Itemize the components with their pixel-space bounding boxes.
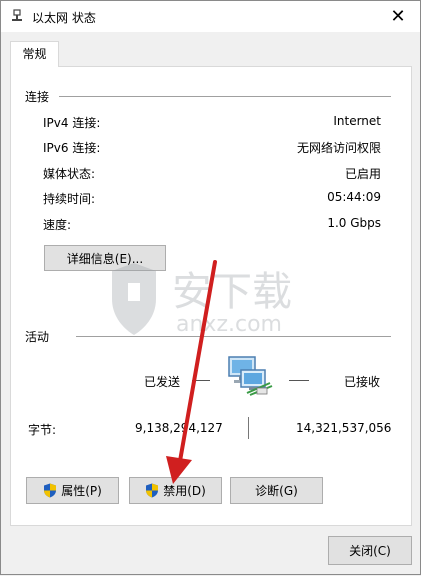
activity-separator	[248, 417, 249, 439]
ipv4-label: IPv4 连接:	[43, 116, 101, 130]
ethernet-status-window: 以太网 状态 ✕ 常规 连接 IPv4 连接: Internet IPv6 连接…	[0, 0, 421, 575]
window-title: 以太网 状态	[32, 11, 96, 25]
ipv4-value: Internet	[333, 114, 381, 128]
bytes-sent-value: 9,138,294,127	[135, 421, 223, 435]
properties-label: 属性(P)	[61, 484, 102, 498]
close-window-button[interactable]: ✕	[376, 1, 420, 32]
general-panel: 连接 IPv4 连接: Internet IPv6 连接: 无网络访问权限 媒体…	[10, 66, 412, 526]
ipv6-label: IPv6 连接:	[43, 141, 101, 155]
received-dash	[289, 380, 309, 381]
diagnose-button[interactable]: 诊断(G)	[230, 477, 323, 504]
disable-button[interactable]: 禁用(D)	[129, 477, 222, 504]
details-button[interactable]: 详细信息(E)...	[44, 245, 166, 271]
network-icon	[12, 9, 22, 21]
sent-label: 已发送	[144, 375, 181, 389]
title-bar: 以太网 状态 ✕	[1, 1, 420, 32]
connection-divider	[59, 96, 391, 97]
close-button[interactable]: 关闭(C)	[328, 536, 412, 565]
uac-shield-icon	[146, 483, 159, 498]
media-state-value: 已启用	[344, 167, 381, 181]
media-state-label: 媒体状态:	[43, 167, 96, 181]
activity-divider	[76, 336, 391, 337]
uac-shield-icon	[44, 483, 57, 498]
close-icon: ✕	[390, 6, 406, 27]
duration-label: 持续时间:	[43, 192, 96, 206]
network-computers-icon	[228, 356, 273, 396]
bytes-label: 字节:	[28, 423, 57, 437]
properties-button[interactable]: 属性(P)	[26, 477, 119, 504]
sent-dash	[192, 380, 210, 381]
speed-label: 速度:	[43, 218, 72, 232]
tab-general[interactable]: 常规	[10, 41, 59, 67]
connection-section-title: 连接	[25, 90, 50, 104]
activity-section-title: 活动	[25, 330, 50, 344]
disable-label: 禁用(D)	[163, 484, 206, 498]
speed-value: 1.0 Gbps	[327, 216, 381, 230]
duration-value: 05:44:09	[327, 190, 381, 204]
ipv6-value: 无网络访问权限	[296, 141, 381, 155]
bytes-received-value: 14,321,537,056	[296, 421, 392, 435]
received-label: 已接收	[344, 375, 381, 389]
